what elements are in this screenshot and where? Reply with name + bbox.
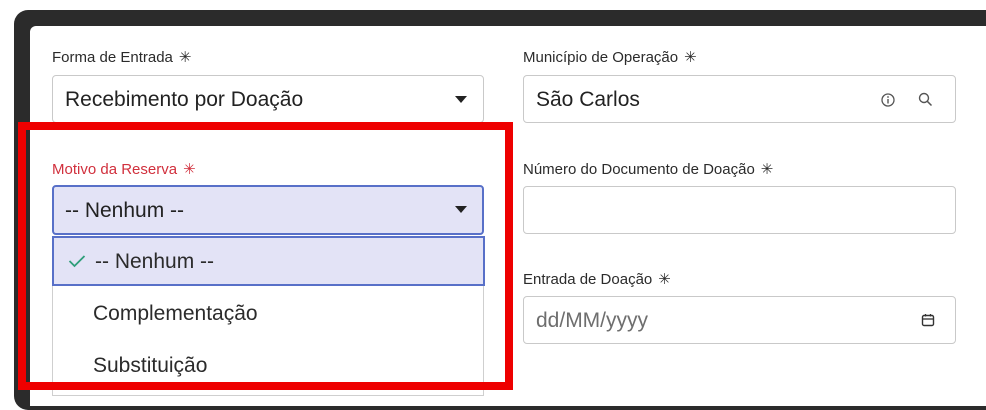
required-asterisk: ✳ — [684, 49, 697, 66]
motivo-reserva-select[interactable]: -- Nenhum -- — [52, 185, 484, 235]
entrada-doacao-label: Entrada de Doação ✳ — [523, 271, 671, 288]
dropdown-option-substituicao[interactable]: Substituição — [53, 340, 483, 390]
required-asterisk: ✳ — [760, 161, 774, 178]
forma-entrada-label: Forma de Entrada ✳ — [52, 49, 192, 66]
municipio-lookup[interactable]: São Carlos — [523, 75, 956, 123]
dropdown-option-complementacao[interactable]: Complementação — [53, 288, 483, 338]
option-label: Complementação — [93, 302, 258, 325]
entrada-doacao-date-input[interactable]: dd/MM/yyyy — [523, 296, 956, 344]
caret-down-icon — [455, 96, 467, 103]
forma-entrada-value: Recebimento por Doação — [65, 88, 304, 111]
search-icon[interactable] — [918, 92, 933, 112]
motivo-reserva-label: Motivo da Reserva ✳ — [52, 161, 196, 178]
required-asterisk: ✳ — [178, 49, 192, 66]
numero-documento-label: Número do Documento de Doação ✳ — [523, 161, 774, 178]
numero-documento-input[interactable] — [523, 186, 956, 234]
dropdown-option-nenhum[interactable]: -- Nenhum -- — [52, 236, 485, 286]
option-label: Substituição — [93, 354, 208, 377]
option-label: -- Nenhum -- — [95, 250, 215, 273]
caret-down-icon — [455, 206, 467, 213]
forma-entrada-select[interactable]: Recebimento por Doação — [52, 75, 484, 123]
municipio-label: Município de Operação ✳ — [523, 49, 697, 66]
checkmark-icon — [68, 254, 86, 273]
date-placeholder: dd/MM/yyyy — [536, 309, 649, 332]
required-asterisk: ✳ — [183, 161, 196, 178]
calendar-icon[interactable] — [921, 313, 935, 332]
motivo-reserva-dropdown: -- Nenhum -- Complementação Substituição — [52, 236, 485, 396]
info-icon[interactable] — [881, 93, 895, 112]
municipio-value: São Carlos — [536, 88, 640, 111]
required-asterisk: ✳ — [658, 271, 671, 288]
motivo-reserva-value: -- Nenhum -- — [65, 199, 185, 222]
